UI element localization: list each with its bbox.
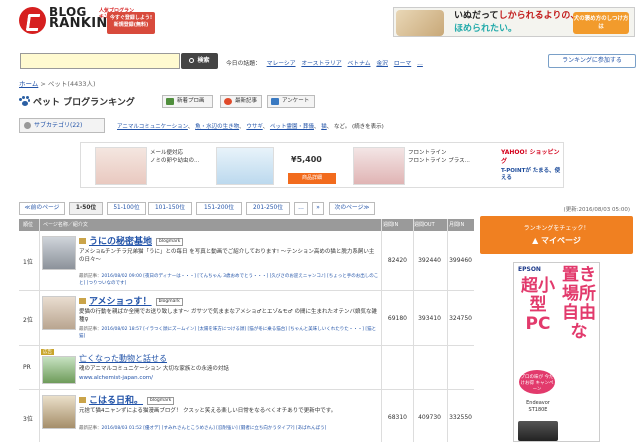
- blogmark-badge[interactable]: blogmark: [156, 238, 184, 246]
- table-row: 3位 こはる日和。 blogmark 元捨て猫4ニャンずによる猫漫画ブログ！ クス…: [19, 390, 474, 442]
- epson-brand: EPSON: [518, 266, 541, 273]
- topic-link[interactable]: オーストラリア: [301, 61, 341, 67]
- today-topics: 今日の話題： マレーシア オーストラリア ベトナム 金沢 ローマ …: [226, 58, 423, 67]
- next-page-button[interactable]: 次のページ≫: [329, 202, 375, 215]
- crown-icon: [79, 298, 86, 304]
- post-icon: [224, 98, 232, 105]
- subcategory-link[interactable]: アニマルコミュニケーション: [117, 124, 188, 130]
- member-count: (4433人): [67, 80, 96, 88]
- search-input[interactable]: [20, 53, 180, 69]
- blogmark-badge[interactable]: blogmark: [147, 397, 175, 405]
- campaign-badge: プロの味が 今だけお得 キャンペーン: [519, 370, 555, 394]
- subcategory-link[interactable]: ペット霊園・葬儀: [270, 124, 314, 130]
- ad-cta[interactable]: 犬の褒め方のしつけ方は: [573, 12, 629, 34]
- tab-new-profile[interactable]: 新着プロ画: [162, 95, 213, 108]
- top-banner-ad[interactable]: いぬだってしかられるよりの、 ほめられたい。 犬の褒め方のしつけ方は: [393, 7, 635, 37]
- table-row-ad[interactable]: PR 広告 亡くなった動物と話せる 魂のアニマルコミュニケーション 大切な家族と…: [19, 346, 474, 390]
- page-link[interactable]: »: [312, 202, 324, 215]
- paw-icon: [19, 96, 30, 107]
- page-link[interactable]: 51-100位: [107, 202, 146, 215]
- ranking-table: 順位 ページ名称／紹介文 週間IN 週間OUT 月間IN 1位 うにの秘密基地 b…: [19, 219, 474, 442]
- subcategory-button[interactable]: サブカテゴリ(22): [19, 118, 105, 133]
- epson-headline-2: 超小型PC: [521, 276, 555, 334]
- page-link[interactable]: 201-250位: [246, 202, 290, 215]
- blog-title-link[interactable]: アメショっす！ blogmark: [79, 294, 183, 307]
- ad-line2: ほめられたい。: [454, 24, 518, 34]
- page-link[interactable]: 151-200位: [196, 202, 242, 215]
- ad-line1b: しかられるよりの、: [498, 11, 580, 21]
- yahoo-shopping-badge[interactable]: YAHOO! ショッピング T-POINTが たまる、使える: [501, 147, 563, 185]
- ad-product-1[interactable]: メール便対応 ノミの卵や幼虫の...: [95, 147, 235, 185]
- page-link[interactable]: 1-50位: [69, 202, 103, 215]
- product-image: [353, 147, 405, 185]
- table-header: 順位 ページ名称／紹介文 週間IN 週間OUT 月間IN: [19, 219, 474, 231]
- crown-icon: [79, 238, 86, 244]
- subcategory-link[interactable]: ウサギ: [246, 124, 262, 130]
- ad-thumbnail[interactable]: [42, 356, 76, 384]
- search-icon: [189, 58, 195, 63]
- topics-label: 今日の話題：: [226, 61, 261, 67]
- prev-page-button[interactable]: ≪前のページ: [19, 202, 65, 215]
- survey-icon: [271, 98, 279, 105]
- ad-product-3[interactable]: フロントライン フロントライン プラス...: [353, 147, 493, 185]
- topic-link[interactable]: …: [417, 61, 423, 67]
- topic-link[interactable]: マレーシア: [267, 61, 296, 67]
- product-image: [95, 147, 147, 185]
- subcategory-list: アニマルコミュニケーション、 魚・水辺の生き物、 ウサギ、 ペット霊園・葬儀、 …: [117, 124, 384, 130]
- epson-headline-1: 置き場所自由な: [562, 265, 596, 342]
- search-button[interactable]: 検索: [181, 53, 218, 69]
- breadcrumb: ホーム > ペット(4433人): [19, 80, 96, 88]
- blog-thumbnail[interactable]: [42, 296, 76, 330]
- search-button-label: 検索: [197, 57, 210, 64]
- blog-title-link[interactable]: うにの秘密基地 blogmark: [79, 234, 184, 247]
- blogmark-badge[interactable]: blogmark: [155, 298, 183, 306]
- product-ad-strip[interactable]: メール便対応 ノミの卵や幼虫の... ¥5,400 商品詳細 フロントライン フ…: [80, 142, 564, 188]
- product-price: ¥5,400: [291, 155, 322, 164]
- updated-timestamp: (更新:2016/08/03 05:00): [563, 207, 630, 213]
- page-title-text: ペット ブログランキング: [33, 98, 135, 108]
- register-badge[interactable]: 今すぐ登録しよう! 新規登録(無料): [107, 12, 155, 34]
- page-link[interactable]: …: [294, 202, 308, 215]
- breadcrumb-current: ペット: [47, 80, 68, 88]
- dog-image: [396, 10, 444, 36]
- join-ranking-button[interactable]: ランキングに参加する: [548, 54, 636, 68]
- ad-title-link[interactable]: 亡くなった動物と話せる: [79, 353, 167, 364]
- blog-thumbnail[interactable]: [42, 236, 76, 270]
- topic-link[interactable]: ローマ: [394, 61, 411, 67]
- ad-url[interactable]: www.alchemist-japan.com/: [79, 374, 379, 382]
- table-row: 1位 うにの秘密基地 blogmark アメショ&チンチラ兄弟猫「うに」との毎日 …: [19, 231, 474, 291]
- page-title: ペット ブログランキング: [19, 95, 135, 108]
- profile-icon: [166, 98, 174, 105]
- crown-icon: [79, 397, 86, 403]
- topic-link[interactable]: ベトナム: [348, 61, 371, 67]
- topic-link[interactable]: 金沢: [376, 61, 388, 67]
- blog-thumbnail[interactable]: [42, 395, 76, 429]
- tab-latest-posts[interactable]: 最新記事: [220, 95, 262, 108]
- ad-badge: 広告: [41, 349, 54, 355]
- ad-line1a: いぬだって: [454, 11, 499, 21]
- mypage-button[interactable]: ランキングをチェック！ ▲ マイページ: [480, 216, 633, 254]
- product-detail-button[interactable]: 商品詳細: [288, 173, 336, 184]
- pc-image: [518, 421, 558, 441]
- tab-survey[interactable]: アンケート: [267, 95, 315, 108]
- blog-title-link[interactable]: こはる日和。 blogmark: [79, 393, 175, 406]
- product-image: [216, 147, 274, 185]
- page-link[interactable]: 101-150位: [148, 202, 192, 215]
- epson-model: Endeavor ST180E: [526, 400, 550, 413]
- subcategory-link[interactable]: 魚・水辺の生き物: [195, 124, 239, 130]
- logo-icon: [19, 7, 46, 34]
- subcategory-more[interactable]: (続きを表示): [352, 124, 384, 130]
- breadcrumb-home[interactable]: ホーム: [19, 80, 38, 88]
- mypage-icon: ▲: [532, 236, 542, 245]
- table-row: 2位 アメショっす！ blogmark 愛猫の行動を親ばか全開でお送り致します～ …: [19, 291, 474, 346]
- epson-ad[interactable]: EPSON 置き場所自由な 超小型PC プロの味が 今だけお得 キャンペーン E…: [513, 262, 600, 442]
- category-icon: [24, 122, 31, 129]
- subcategory-link[interactable]: 猫: [321, 124, 327, 130]
